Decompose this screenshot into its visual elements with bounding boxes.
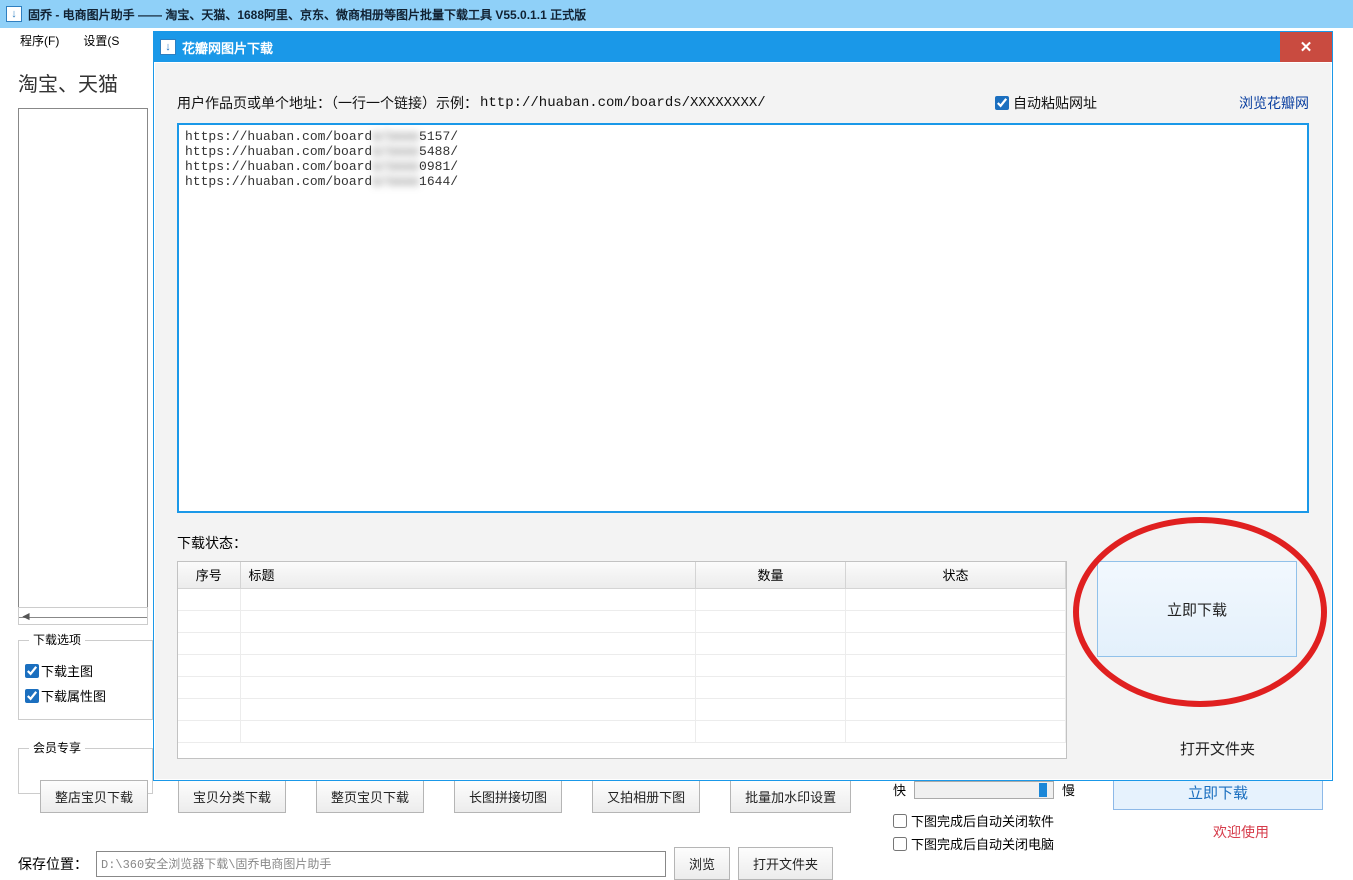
btn-watermark[interactable]: 批量加水印设置 bbox=[730, 780, 851, 813]
dialog-body: 用户作品页或单个地址：（一行一个链接）示例： http://huaban.com… bbox=[154, 62, 1332, 780]
main-title: 固乔 - 电商图片助手 —— 淘宝、天猫、1688阿里、京东、微商相册等图片批量… bbox=[28, 6, 586, 23]
col-seq[interactable]: 序号 bbox=[178, 562, 240, 588]
dialog-top-row: 用户作品页或单个地址：（一行一个链接）示例： http://huaban.com… bbox=[177, 93, 1309, 113]
table-row[interactable] bbox=[178, 632, 1066, 654]
hint-label: 用户作品页或单个地址：（一行一个链接）示例： bbox=[177, 93, 478, 113]
col-count[interactable]: 数量 bbox=[696, 562, 846, 588]
btn-dialog-open-folder[interactable]: 打开文件夹 bbox=[1180, 738, 1255, 759]
download-options-legend: 下载选项 bbox=[29, 631, 85, 648]
btn-whole-shop[interactable]: 整店宝贝下载 bbox=[40, 780, 148, 813]
checkbox-attr-image[interactable] bbox=[25, 689, 39, 703]
main-url-textarea[interactable] bbox=[18, 108, 148, 618]
btn-download-now[interactable]: 立即下载 bbox=[1097, 561, 1297, 657]
url-line: https://huaban.com/boards/xxxx5157/ bbox=[185, 129, 1301, 144]
auto-paste-option[interactable]: 自动粘贴网址 bbox=[995, 93, 1097, 113]
download-options-group: 下载选项 下载主图 下载属性图 bbox=[18, 640, 153, 720]
download-status-label: 下载状态： bbox=[177, 533, 247, 553]
auto-paste-label: 自动粘贴网址 bbox=[1013, 93, 1097, 113]
dialog-title: 花瓣网图片下载 bbox=[182, 38, 273, 57]
table-row[interactable] bbox=[178, 676, 1066, 698]
url-line: https://huaban.com/boards/xxxx5488/ bbox=[185, 144, 1301, 159]
download-status-table[interactable]: 序号 标题 数量 状态 bbox=[177, 561, 1067, 759]
checkbox-auto-close-soft[interactable] bbox=[893, 814, 907, 828]
menu-settings[interactable]: 设置(S bbox=[83, 32, 119, 49]
label-attr-image: 下载属性图 bbox=[41, 686, 106, 705]
url-line: https://huaban.com/boards/xxxx1644/ bbox=[185, 174, 1301, 189]
btn-open-folder-main[interactable]: 打开文件夹 bbox=[738, 847, 833, 880]
checkbox-main-image[interactable] bbox=[25, 664, 39, 678]
url-line: https://huaban.com/boards/xxxx0981/ bbox=[185, 159, 1301, 174]
main-titlebar: ↓ 固乔 - 电商图片助手 —— 淘宝、天猫、1688阿里、京东、微商相册等图片… bbox=[0, 0, 1353, 28]
btn-category[interactable]: 宝贝分类下载 bbox=[178, 780, 286, 813]
btn-browse-save[interactable]: 浏览 bbox=[674, 847, 730, 880]
dialog-close-button[interactable]: ✕ bbox=[1280, 32, 1332, 62]
right-panel: 快 慢 立即下载 下图完成后自动关闭软件 下图完成后自动关闭电脑 欢迎使用 bbox=[893, 780, 1343, 853]
table-row[interactable] bbox=[178, 654, 1066, 676]
close-icon: ✕ bbox=[1300, 38, 1313, 56]
save-location-row: 保存位置： 浏览 打开文件夹 bbox=[18, 847, 833, 880]
huaban-dialog: ↓ 花瓣网图片下载 ✕ 用户作品页或单个地址：（一行一个链接）示例： http:… bbox=[153, 31, 1333, 781]
checkbox-auto-close-pc[interactable] bbox=[893, 837, 907, 851]
table-row[interactable] bbox=[178, 588, 1066, 610]
scroll-left-icon[interactable]: ◄ bbox=[19, 609, 33, 623]
table-body bbox=[178, 588, 1066, 742]
btn-album[interactable]: 又拍相册下图 bbox=[592, 780, 700, 813]
save-path-input[interactable] bbox=[96, 851, 666, 877]
table-row[interactable] bbox=[178, 720, 1066, 742]
welcome-text: 欢迎使用 bbox=[1213, 822, 1269, 842]
table-row[interactable] bbox=[178, 698, 1066, 720]
save-label: 保存位置： bbox=[18, 854, 88, 874]
url-textarea[interactable]: https://huaban.com/boards/xxxx5157/https… bbox=[177, 123, 1309, 513]
col-state[interactable]: 状态 bbox=[846, 562, 1066, 588]
speed-slow-label: 慢 bbox=[1062, 780, 1075, 799]
vip-legend: 会员专享 bbox=[29, 739, 85, 756]
speed-slider[interactable] bbox=[914, 781, 1054, 799]
label-main-image: 下载主图 bbox=[41, 661, 93, 680]
app-icon: ↓ bbox=[6, 6, 22, 22]
btn-whole-page[interactable]: 整页宝贝下载 bbox=[316, 780, 424, 813]
label-auto-close-soft: 下图完成后自动关闭软件 bbox=[911, 811, 1054, 830]
dialog-titlebar[interactable]: ↓ 花瓣网图片下载 ✕ bbox=[154, 32, 1332, 62]
checkbox-auto-paste[interactable] bbox=[995, 96, 1009, 110]
slider-thumb[interactable] bbox=[1039, 783, 1047, 797]
hint-example: http://huaban.com/boards/XXXXXXXX/ bbox=[480, 95, 766, 111]
left-scrollbar[interactable]: ◄ bbox=[18, 607, 148, 625]
bottom-button-row: 整店宝贝下载 宝贝分类下载 整页宝贝下载 长图拼接切图 又拍相册下图 批量加水印… bbox=[40, 780, 851, 813]
table-row[interactable] bbox=[178, 610, 1066, 632]
link-browse-huaban[interactable]: 浏览花瓣网 bbox=[1239, 93, 1309, 113]
label-auto-close-pc: 下图完成后自动关闭电脑 bbox=[911, 834, 1054, 853]
speed-fast-label: 快 bbox=[893, 780, 906, 799]
menu-program[interactable]: 程序(F) bbox=[20, 32, 59, 49]
btn-long-image[interactable]: 长图拼接切图 bbox=[454, 780, 562, 813]
col-title[interactable]: 标题 bbox=[240, 562, 696, 588]
dialog-icon: ↓ bbox=[160, 39, 176, 55]
